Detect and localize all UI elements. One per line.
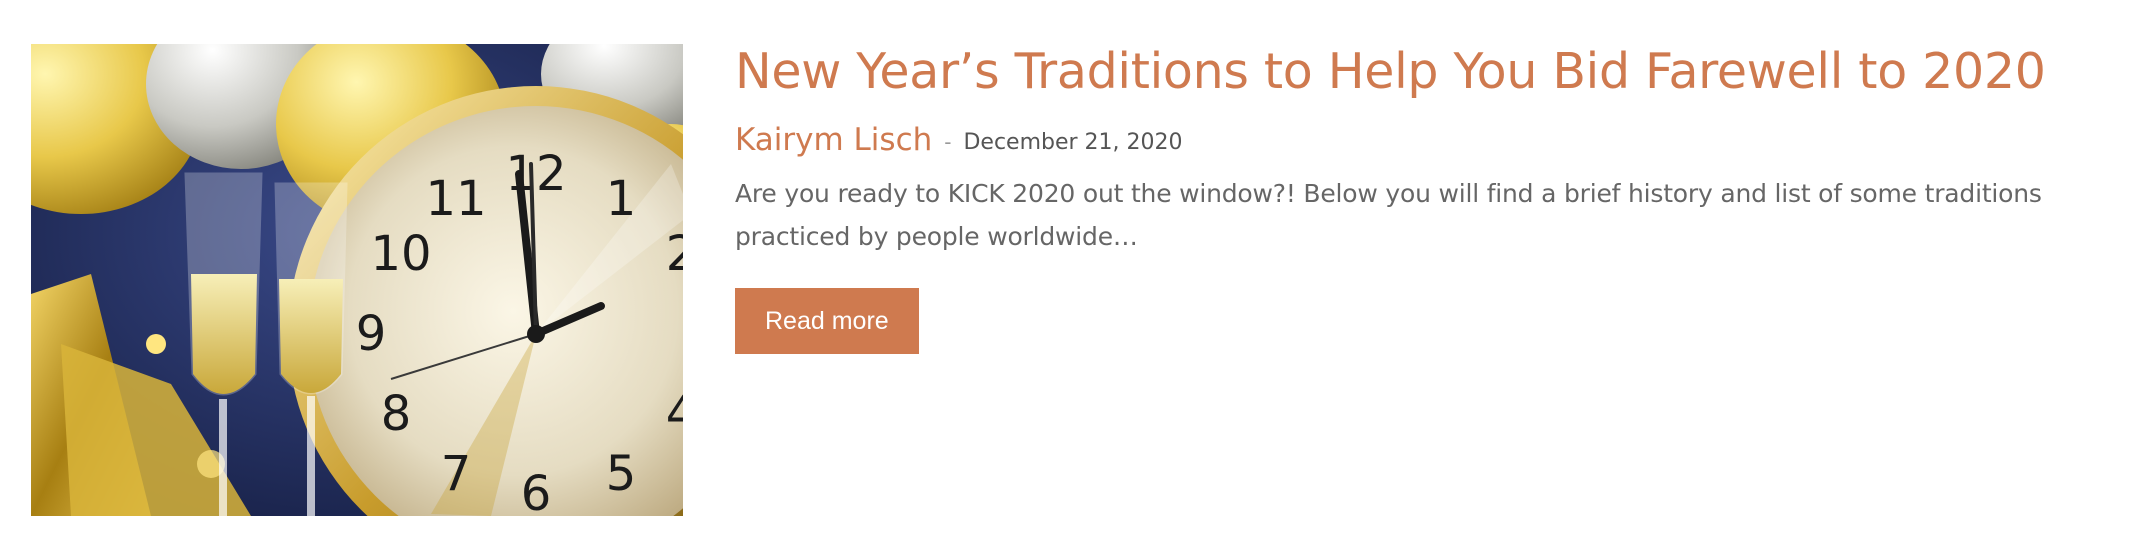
post-excerpt: Are you ready to KICK 2020 out the windo… [735,179,2042,251]
clock-numeral-11: 11 [425,171,486,227]
clock-numeral-6: 6 [521,466,552,516]
read-more-button[interactable]: Read more [735,288,919,354]
clock-numeral-1: 1 [606,171,637,227]
post-meta: Kairym Lisch - December 21, 2020 [735,118,2115,162]
post-date: December 21, 2020 [963,129,1183,155]
post-title[interactable]: New Year’s Traditions to Help You Bid Fa… [735,34,2115,110]
post-content: New Year’s Traditions to Help You Bid Fa… [735,34,2115,354]
clock-numeral-4: 4 [666,386,683,442]
meta-separator: - [944,130,952,154]
clock-numeral-12: 12 [505,146,566,202]
thumbnail-image: 12 1 2 3 4 5 6 7 8 9 10 11 [31,44,683,516]
blog-post-card: 12 1 2 3 4 5 6 7 8 9 10 11 [0,0,2130,558]
clock-numeral-5: 5 [606,446,637,502]
post-author-link[interactable]: Kairym Lisch [735,122,932,158]
clock-numeral-7: 7 [441,446,472,502]
clock-numeral-10: 10 [370,226,431,282]
clock-numeral-2: 2 [666,226,683,282]
clock-numeral-8: 8 [381,386,412,442]
clock-numeral-9: 9 [356,306,387,362]
post-thumbnail[interactable]: 12 1 2 3 4 5 6 7 8 9 10 11 [31,44,683,516]
